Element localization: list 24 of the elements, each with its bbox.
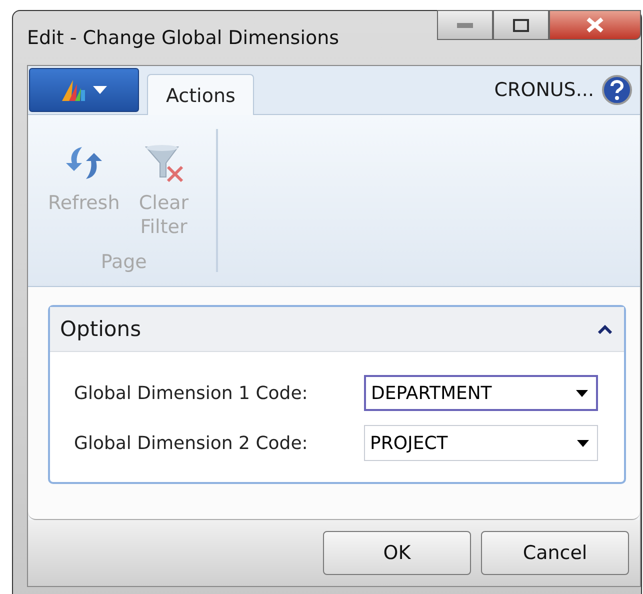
bar-chart-icon: [61, 78, 87, 102]
maximize-icon: [513, 18, 529, 32]
dialog-button[interactable]: OK: [323, 531, 471, 575]
help-icon[interactable]: [602, 75, 632, 105]
section-title: Options: [60, 317, 142, 341]
dropdown-field[interactable]: PROJECT: [364, 425, 598, 461]
window-title: Edit - Change Global Dimensions: [27, 27, 340, 49]
field-label: Global Dimension 1 Code:: [74, 382, 309, 404]
caret-icon: [93, 86, 107, 94]
close-icon: [585, 17, 605, 33]
field-label: Global Dimension 2 Code:: [74, 432, 309, 454]
group-label: Page: [100, 251, 147, 273]
dropdown-field[interactable]: DEPARTMENT: [364, 375, 598, 411]
dialog-button[interactable]: Cancel: [481, 531, 629, 575]
company-name[interactable]: CRONUS...: [494, 79, 594, 101]
minimize-button[interactable]: [437, 10, 493, 40]
dropdown-arrow-icon[interactable]: [576, 390, 588, 396]
close-button[interactable]: [549, 10, 641, 40]
minimize-icon: [457, 22, 473, 28]
collapse-icon[interactable]: [598, 324, 612, 334]
ribbon-tab[interactable]: Actions: [147, 74, 254, 115]
app-menu-button[interactable]: [29, 68, 139, 112]
maximize-button[interactable]: [493, 10, 549, 40]
dropdown-arrow-icon[interactable]: [577, 440, 589, 446]
